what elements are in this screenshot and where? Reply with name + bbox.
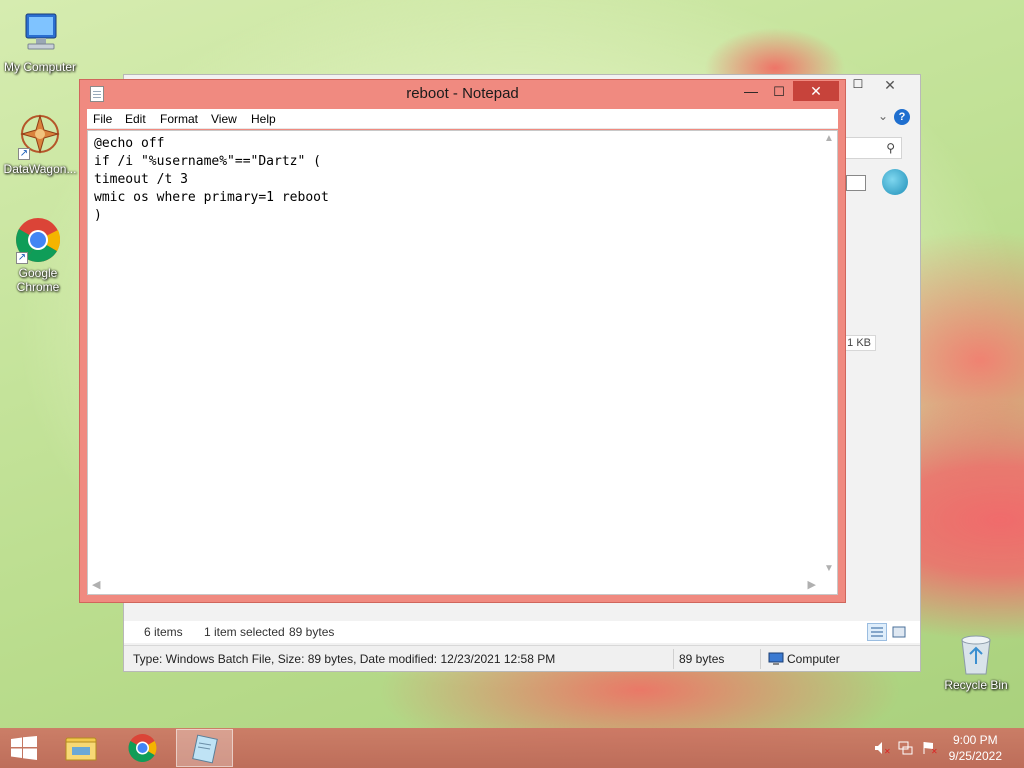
globe-icon[interactable] [882,169,908,195]
volume-muted-icon[interactable]: ✕ [874,741,891,756]
help-icon[interactable]: ? [894,109,910,125]
search-icon: ⚲ [886,141,895,155]
properties-icon[interactable] [846,175,866,191]
desktop-icon-label: Google Chrome [16,266,60,294]
computer-icon [768,652,784,666]
menu-help[interactable]: Help [251,112,276,126]
horizontal-scrollbar[interactable]: ◀ ▶ [88,576,820,594]
maximize-button[interactable]: ☐ [767,82,791,102]
scroll-down-icon[interactable]: ▼ [824,563,834,574]
desktop-icon-label: DataWagon... [3,162,77,176]
taskbar-google-chrome[interactable] [114,729,171,767]
taskbar-clock[interactable]: 9:00 PM 9/25/2022 [949,732,1002,764]
shortcut-arrow-icon: ↗ [16,252,28,264]
vertical-scrollbar[interactable]: ▲ ▼ [820,131,837,576]
scroll-right-icon[interactable]: ▶ [808,578,816,591]
notepad-icon [192,734,218,764]
action-center-flag-icon[interactable]: ✕ [922,741,938,756]
selected-size: 89 bytes [289,625,335,639]
windows-start-icon[interactable] [10,736,38,760]
desktop-icon-datawagon[interactable]: ↗ DataWagon... [0,112,80,176]
taskbar-notepad[interactable] [176,729,233,767]
scroll-up-icon[interactable]: ▲ [824,133,834,144]
desktop-icon-label: Recycle Bin [944,678,1008,692]
file-details-text: Type: Windows Batch File, Size: 89 bytes… [133,652,556,666]
close-icon[interactable]: ✕ [870,77,910,95]
svg-text:✕: ✕ [931,747,938,755]
notepad-window[interactable]: reboot - Notepad — ☐ ✕ File Edit Format … [79,79,846,603]
taskbar-file-explorer[interactable] [52,729,109,767]
desktop-icon-recycle-bin[interactable]: Recycle Bin [938,632,1014,692]
desktop-icon-my-computer[interactable]: My Computer [0,10,80,74]
clock-time: 9:00 PM [952,733,998,747]
menu-file[interactable]: File [93,112,112,126]
explorer-details-bar: Type: Windows Batch File, Size: 89 bytes… [124,645,920,671]
file-size-cell: 1 KB [842,335,876,351]
item-count: 6 items [144,625,183,639]
desktop-icon-google-chrome[interactable]: ↗ Google Chrome [0,216,76,294]
maximize-icon[interactable]: ☐ [848,77,868,95]
location-text: Computer [787,652,840,666]
scroll-left-icon[interactable]: ◀ [92,578,100,591]
computer-icon [16,10,64,58]
recycle-bin-icon [956,632,996,676]
taskbar: ✕ ✕ 9:00 PM 9/25/2022 [0,728,1024,768]
menu-edit[interactable]: Edit [125,112,146,126]
close-button[interactable]: ✕ [793,81,839,101]
menu-format[interactable]: Format [160,112,198,126]
chevron-down-icon[interactable]: ⌄ [878,109,888,123]
desktop-icon-label: My Computer [3,60,77,74]
clock-date: 9/25/2022 [948,749,1002,763]
minimize-button[interactable]: — [739,82,763,102]
window-title: reboot - Notepad [406,85,519,102]
details-view-icon[interactable] [867,623,887,641]
explorer-status-bar: 6 items 1 item selected 89 bytes [124,621,920,643]
chrome-icon: ↗ [14,216,62,264]
text-editor-area[interactable]: @echo off if /i "%username%"=="Dartz" ( … [87,130,838,595]
menu-bar: File Edit Format View Help [87,109,838,129]
document-text[interactable]: @echo off if /i "%username%"=="Dartz" ( … [94,135,329,225]
network-icon[interactable] [898,741,914,755]
file-size-text: 89 bytes [679,652,725,666]
selected-count: 1 item selected [204,625,285,639]
large-icons-view-icon[interactable] [890,623,908,641]
folder-icon [65,737,97,761]
menu-view[interactable]: View [211,112,237,126]
chrome-icon [128,734,157,762]
shortcut-arrow-icon: ↗ [18,148,30,160]
datawagon-icon: ↗ [16,112,64,160]
svg-text:✕: ✕ [884,747,890,755]
search-input[interactable]: ⚲ [842,137,902,159]
